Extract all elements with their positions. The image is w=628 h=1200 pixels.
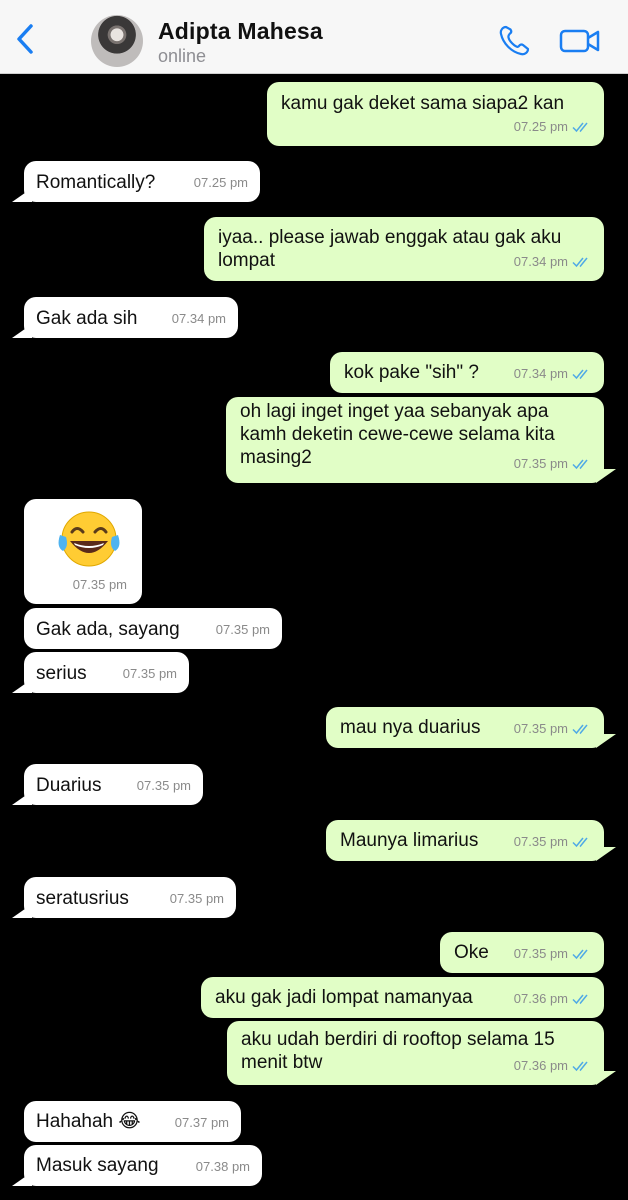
message-time: 07.35 pm: [215, 622, 270, 637]
message-bubble-incoming[interactable]: Gak ada sih 07.34 pm: [12, 297, 238, 338]
contact-status: online: [158, 46, 207, 66]
message-time: 07.35 pm: [136, 778, 191, 793]
message-bubble-outgoing[interactable]: kok pake "sih" ? 07.34 pm: [330, 352, 604, 393]
chat-header: Adipta Mahesa online: [0, 0, 628, 74]
message-bubble-incoming[interactable]: Romantically? 07.25 pm: [12, 161, 260, 202]
read-receipt-icon: [572, 459, 588, 469]
message-bubble-incoming[interactable]: seratusrius 07.35 pm: [12, 877, 236, 918]
message-time: 07.25 pm: [513, 119, 568, 134]
message-time: 07.35 pm: [513, 834, 568, 849]
video-call-icon[interactable]: [559, 26, 601, 56]
contact-name[interactable]: Adipta Mahesa: [158, 18, 323, 45]
message-bubble-outgoing[interactable]: iyaa.. please jawab enggak atau gak aku …: [204, 217, 604, 281]
message-meta: 07.34 pm: [514, 362, 592, 385]
message-time: 07.36 pm: [513, 1058, 568, 1073]
message-time: 07.25 pm: [193, 175, 248, 190]
contact-avatar[interactable]: [91, 15, 143, 67]
message-bubble-outgoing[interactable]: kamu gak deket sama siapa2 kan 07.25 pm: [267, 82, 604, 146]
message-bubble-outgoing[interactable]: Maunya limarius 07.35 pm: [326, 820, 604, 861]
read-receipt-icon: [572, 724, 588, 734]
read-receipt-icon: [572, 837, 588, 847]
message-bubble-outgoing[interactable]: Oke 07.35 pm: [440, 932, 604, 973]
message-time: 07.35 pm: [169, 891, 224, 906]
message-meta: 07.35 pm: [514, 717, 592, 740]
message-time: 07.35 pm: [122, 666, 177, 681]
message-time: 07.34 pm: [171, 311, 226, 326]
message-time: 07.34 pm: [513, 254, 568, 269]
message-meta: 07.25 pm: [514, 115, 592, 138]
message-time: 07.35 pm: [72, 577, 127, 592]
message-meta: 07.34 pm: [514, 250, 592, 273]
message-bubble-incoming[interactable]: Hahahah 😂 07.37 pm: [24, 1101, 241, 1142]
read-receipt-icon: [572, 122, 588, 132]
message-bubble-outgoing[interactable]: aku gak jadi lompat namanyaa 07.36 pm: [201, 977, 604, 1018]
message-time: 07.36 pm: [513, 991, 568, 1006]
message-time: 07.37 pm: [174, 1115, 229, 1130]
back-chevron-icon[interactable]: [12, 22, 38, 56]
message-time: 07.34 pm: [513, 366, 568, 381]
message-text: kamu gak deket sama siapa2 kan: [281, 93, 565, 114]
message-meta: 07.36 pm: [514, 987, 592, 1010]
read-receipt-icon: [572, 369, 588, 379]
message-bubble-outgoing[interactable]: mau nya duarius 07.35 pm: [326, 707, 604, 748]
message-bubble-incoming[interactable]: Gak ada, sayang 07.35 pm: [24, 608, 282, 649]
message-meta: 07.35 pm: [514, 830, 592, 853]
message-time: 07.35 pm: [513, 946, 568, 961]
phone-call-icon[interactable]: [497, 24, 531, 58]
message-bubble-incoming[interactable]: Duarius 07.35 pm: [12, 764, 203, 805]
read-receipt-icon: [572, 257, 588, 267]
message-bubble-incoming[interactable]: Masuk sayang 07.38 pm: [12, 1145, 262, 1186]
message-time: 07.35 pm: [513, 721, 568, 736]
message-bubble-outgoing[interactable]: oh lagi inget inget yaa sebanyak apa kam…: [226, 397, 604, 483]
message-bubble-incoming[interactable]: serius 07.35 pm: [12, 652, 189, 693]
read-receipt-icon: [572, 1061, 588, 1071]
read-receipt-icon: [572, 994, 588, 1004]
message-time: 07.35 pm: [513, 456, 568, 471]
face-with-tears-of-joy-icon: [58, 511, 120, 567]
message-meta: 07.35 pm: [514, 942, 592, 965]
message-meta: 07.35 pm: [514, 452, 592, 475]
message-meta: 07.36 pm: [514, 1054, 592, 1077]
message-bubble-incoming-emoji[interactable]: 07.35 pm: [24, 499, 142, 604]
message-bubble-outgoing[interactable]: aku udah berdiri di rooftop selama 15 me…: [227, 1021, 604, 1085]
message-time: 07.38 pm: [195, 1159, 250, 1174]
read-receipt-icon: [572, 949, 588, 959]
